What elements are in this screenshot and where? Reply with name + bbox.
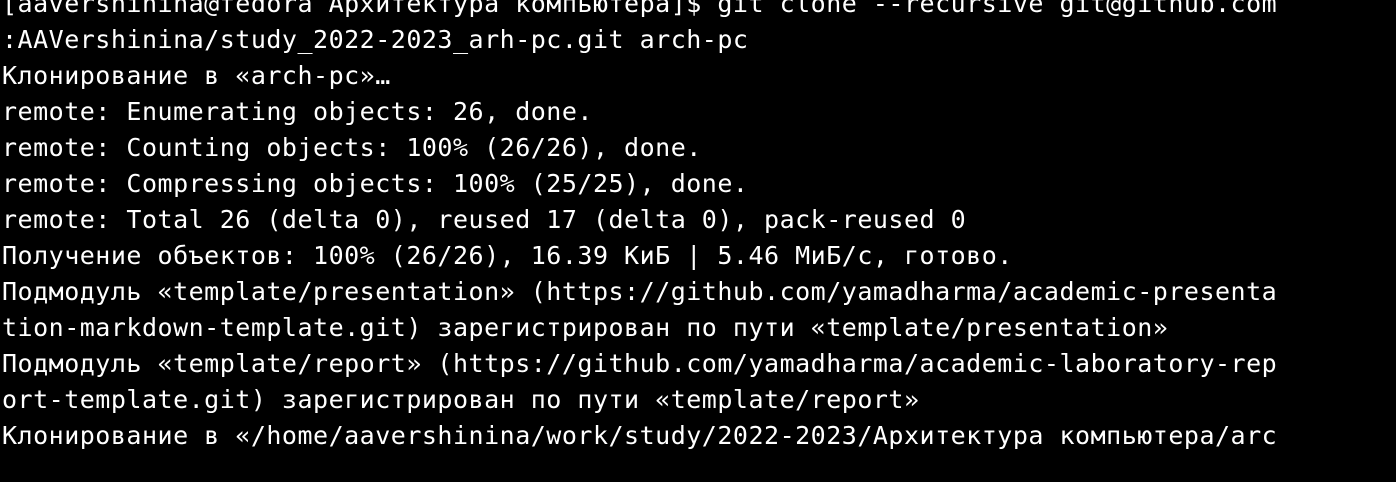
- terminal-window[interactable]: [aavershinina@fedora Архитектура компьют…: [0, 0, 1396, 482]
- terminal-line-counting: remote: Counting objects: 100% (26/26), …: [2, 133, 702, 162]
- terminal-line-total: remote: Total 26 (delta 0), reused 17 (d…: [2, 205, 967, 234]
- terminal-line-compressing: remote: Compressing objects: 100% (25/25…: [2, 169, 749, 198]
- terminal-line-enumerating: remote: Enumerating objects: 26, done.: [2, 97, 593, 126]
- terminal-line-prompt-command: [aavershinina@fedora Архитектура компьют…: [2, 0, 1278, 18]
- terminal-line-submodule-presentation-cont: tion-markdown-template.git) зарегистриро…: [2, 313, 1169, 342]
- terminal-line-submodule-presentation: Подмодуль «template/presentation» (https…: [2, 277, 1278, 306]
- terminal-line-receiving: Получение объектов: 100% (26/26), 16.39 …: [2, 241, 1013, 270]
- terminal-line-cloning-submodule: Клонирование в «/home/aavershinina/work/…: [2, 421, 1278, 450]
- terminal-line-cloning: Клонирование в «arch-pc»…: [2, 61, 391, 90]
- terminal-line-submodule-report-cont: ort-template.git) зарегистрирован по пут…: [2, 385, 920, 414]
- terminal-line-command-continued: :AAVershinina/study_2022-2023_arh-pc.git…: [2, 25, 749, 54]
- terminal-output: [aavershinina@fedora Архитектура компьют…: [2, 0, 1277, 454]
- terminal-line-submodule-report: Подмодуль «template/report» (https://git…: [2, 349, 1278, 378]
